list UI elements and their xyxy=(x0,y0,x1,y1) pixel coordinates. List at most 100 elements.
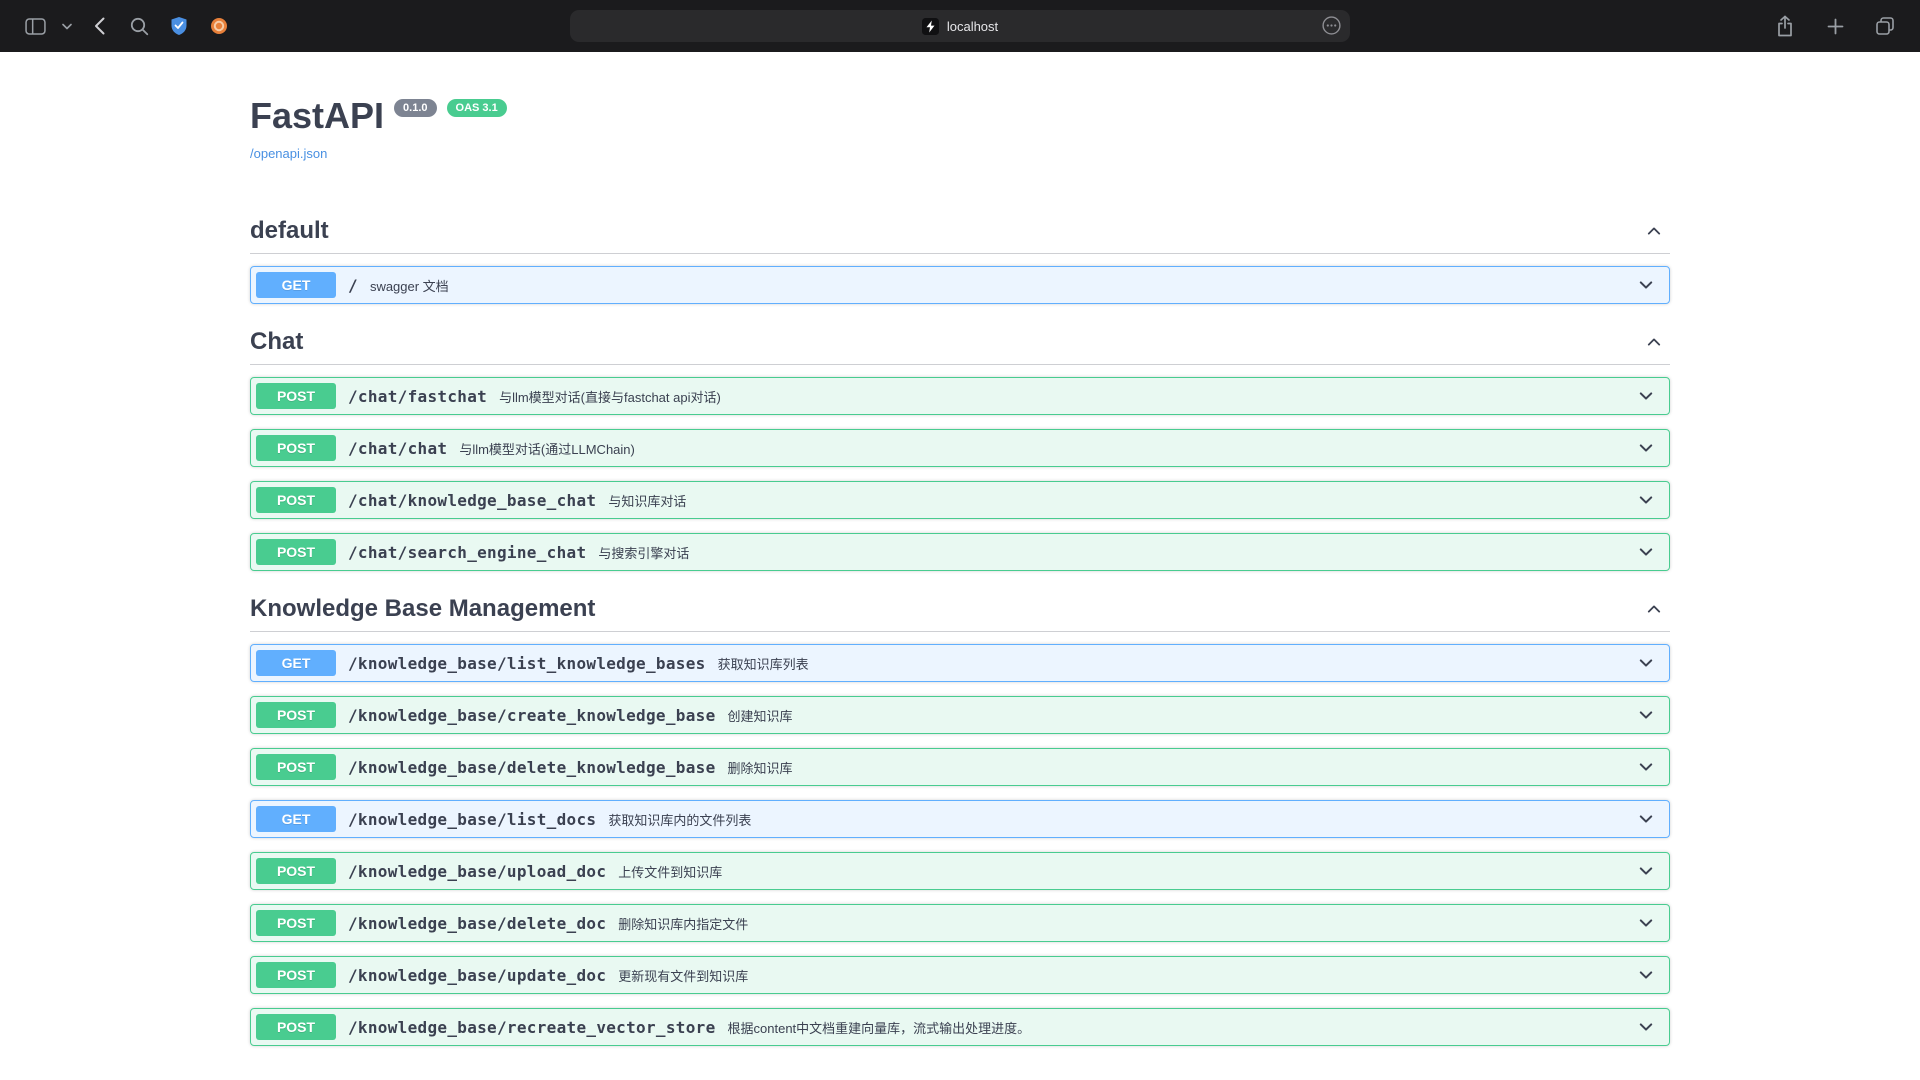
operation-expand-button[interactable] xyxy=(1636,705,1664,725)
api-sections: default GET/swagger 文档 Chat POST/chat/fastc… xyxy=(250,207,1670,1046)
back-button[interactable] xyxy=(82,10,116,42)
blue-shield-extension-icon xyxy=(170,16,188,36)
operation-row[interactable]: POST/knowledge_base/create_knowledge_bas… xyxy=(250,696,1670,734)
operation-expand-button[interactable] xyxy=(1636,275,1664,295)
method-badge: GET xyxy=(256,650,336,676)
operation-path: /knowledge_base/list_knowledge_bases xyxy=(336,654,718,673)
new-tab-button[interactable] xyxy=(1818,10,1852,42)
method-badge: POST xyxy=(256,1014,336,1040)
chevron-down-icon xyxy=(1636,653,1656,673)
extension-blue-button[interactable] xyxy=(162,10,196,42)
operation-expand-button[interactable] xyxy=(1636,757,1664,777)
sidebar-icon xyxy=(25,18,46,35)
operation-path: /knowledge_base/list_docs xyxy=(336,810,608,829)
operation-row[interactable]: POST/knowledge_base/delete_knowledge_bas… xyxy=(250,748,1670,786)
operation-path: /knowledge_base/upload_doc xyxy=(336,862,618,881)
operation-row[interactable]: POST/knowledge_base/upload_doc上传文件到知识库 xyxy=(250,852,1670,890)
operation-description: 与知识库对话 xyxy=(608,491,686,510)
operation-expand-button[interactable] xyxy=(1636,438,1664,458)
toolbar-right-cluster xyxy=(1768,10,1902,42)
operation-expand-button[interactable] xyxy=(1636,809,1664,829)
chevron-up-icon xyxy=(1644,332,1664,352)
operation-expand-button[interactable] xyxy=(1636,861,1664,881)
method-badge: GET xyxy=(256,272,336,298)
api-section-default: default GET/swagger 文档 xyxy=(250,207,1670,304)
tab-overview-icon xyxy=(1875,16,1895,36)
method-badge: POST xyxy=(256,910,336,936)
method-badge: POST xyxy=(256,962,336,988)
operation-list: GET/knowledge_base/list_knowledge_bases获… xyxy=(250,644,1670,1046)
operation-description: 与搜索引擎对话 xyxy=(598,543,689,562)
url-text: localhost xyxy=(947,19,998,34)
section-title-label: Chat xyxy=(250,328,303,356)
address-bar[interactable]: localhost xyxy=(570,10,1350,42)
method-badge: POST xyxy=(256,754,336,780)
share-button[interactable] xyxy=(1768,10,1802,42)
chevron-down-icon xyxy=(1636,913,1656,933)
operation-path: /knowledge_base/recreate_vector_store xyxy=(336,1018,728,1037)
operation-row[interactable]: POST/knowledge_base/recreate_vector_stor… xyxy=(250,1008,1670,1046)
operation-path: /knowledge_base/delete_doc xyxy=(336,914,618,933)
chevron-down-icon xyxy=(1636,757,1656,777)
section-title-label: default xyxy=(250,217,329,245)
operation-expand-button[interactable] xyxy=(1636,965,1664,985)
operation-row[interactable]: POST/chat/chat与llm模型对话(通过LLMChain) xyxy=(250,429,1670,467)
swagger-container: FastAPI 0.1.0 OAS 3.1 /openapi.json defa… xyxy=(230,98,1690,1046)
page-title: FastAPI xyxy=(250,98,384,134)
operation-expand-button[interactable] xyxy=(1636,1017,1664,1037)
operation-path: /chat/fastchat xyxy=(336,387,499,406)
section-header[interactable]: Knowledge Base Management xyxy=(250,585,1670,632)
browser-toolbar: localhost xyxy=(0,0,1920,52)
section-collapse-button[interactable] xyxy=(1638,328,1670,356)
api-section-knowledge-base-management: Knowledge Base Management GET/knowledge_b… xyxy=(250,585,1670,1046)
operation-row[interactable]: POST/chat/knowledge_base_chat与知识库对话 xyxy=(250,481,1670,519)
extension-orange-button[interactable] xyxy=(202,10,236,42)
operation-row[interactable]: GET/swagger 文档 xyxy=(250,266,1670,304)
search-button[interactable] xyxy=(122,10,156,42)
operation-expand-button[interactable] xyxy=(1636,653,1664,673)
sidebar-menu-chevron-button[interactable] xyxy=(58,10,76,42)
page-menu-button[interactable] xyxy=(1322,16,1341,35)
tab-overview-button[interactable] xyxy=(1868,10,1902,42)
back-chevron-icon xyxy=(94,17,105,35)
operation-list: POST/chat/fastchat与llm模型对话(直接与fastchat a… xyxy=(250,377,1670,571)
operation-expand-button[interactable] xyxy=(1636,913,1664,933)
operation-path: / xyxy=(336,276,370,295)
chevron-down-icon xyxy=(1636,1017,1656,1037)
section-header[interactable]: default xyxy=(250,207,1670,254)
method-badge: POST xyxy=(256,487,336,513)
operation-row[interactable]: GET/knowledge_base/list_docs获取知识库内的文件列表 xyxy=(250,800,1670,838)
operation-description: 更新现有文件到知识库 xyxy=(618,966,748,985)
operation-description: 与llm模型对话(直接与fastchat api对话) xyxy=(499,387,721,406)
section-collapse-button[interactable] xyxy=(1638,595,1670,623)
plus-icon xyxy=(1827,18,1844,35)
api-section-chat: Chat POST/chat/fastchat与llm模型对话(直接与fastch… xyxy=(250,318,1670,571)
operation-expand-button[interactable] xyxy=(1636,490,1664,510)
section-title-label: Knowledge Base Management xyxy=(250,595,595,623)
chevron-down-icon xyxy=(62,23,72,30)
section-header[interactable]: Chat xyxy=(250,318,1670,365)
operation-path: /knowledge_base/delete_knowledge_base xyxy=(336,758,728,777)
operation-description: 上传文件到知识库 xyxy=(618,862,722,881)
operation-row[interactable]: POST/chat/fastchat与llm模型对话(直接与fastchat a… xyxy=(250,377,1670,415)
operation-row[interactable]: POST/knowledge_base/delete_doc删除知识库内指定文件 xyxy=(250,904,1670,942)
operation-path: /knowledge_base/update_doc xyxy=(336,966,618,985)
operation-path: /chat/knowledge_base_chat xyxy=(336,491,608,510)
operation-row[interactable]: GET/knowledge_base/list_knowledge_bases获… xyxy=(250,644,1670,682)
chevron-down-icon xyxy=(1636,275,1656,295)
chevron-down-icon xyxy=(1636,809,1656,829)
section-collapse-button[interactable] xyxy=(1638,217,1670,245)
operation-row[interactable]: POST/chat/search_engine_chat与搜索引擎对话 xyxy=(250,533,1670,571)
operation-expand-button[interactable] xyxy=(1636,386,1664,406)
operation-expand-button[interactable] xyxy=(1636,542,1664,562)
sidebar-toggle-button[interactable] xyxy=(18,10,52,42)
operation-path: /chat/search_engine_chat xyxy=(336,543,598,562)
operation-row[interactable]: POST/knowledge_base/update_doc更新现有文件到知识库 xyxy=(250,956,1670,994)
method-badge: POST xyxy=(256,383,336,409)
operation-description: 删除知识库 xyxy=(728,758,793,777)
operation-list: GET/swagger 文档 xyxy=(250,266,1670,304)
openapi-spec-link[interactable]: /openapi.json xyxy=(250,146,327,161)
api-info: FastAPI 0.1.0 OAS 3.1 /openapi.json xyxy=(250,98,1670,163)
ellipsis-circle-icon xyxy=(1322,16,1341,35)
operation-description: 与llm模型对话(通过LLMChain) xyxy=(459,439,635,458)
